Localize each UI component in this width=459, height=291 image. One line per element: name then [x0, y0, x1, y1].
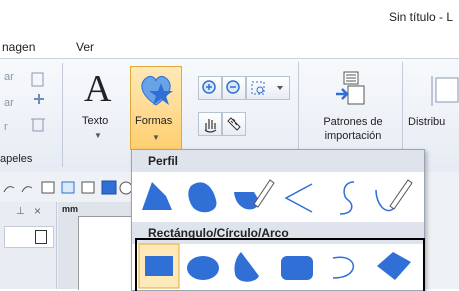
- freehand-pen-icon[interactable]: [375, 179, 413, 212]
- formas-label: Formas: [135, 115, 173, 127]
- rectangle-icon[interactable]: [138, 243, 180, 289]
- panel-toolbar: [4, 226, 54, 248]
- s-curve-icon[interactable]: [339, 181, 355, 215]
- rounded-rectangle-icon[interactable]: [281, 256, 313, 280]
- ribbon-left-item-1[interactable]: ar: [4, 71, 14, 83]
- group-separator: [62, 63, 63, 167]
- quick-access-toolbar[interactable]: [0, 178, 131, 198]
- ruler-canvas: mm: [58, 202, 132, 290]
- window-title: Sin título - L: [388, 10, 453, 24]
- arc-icon[interactable]: [332, 256, 354, 279]
- formas-button[interactable]: Formas ▼: [130, 66, 182, 150]
- zoom-fit-dropdown[interactable]: [246, 76, 290, 100]
- distribu-label: Distribu: [408, 116, 446, 128]
- distribute-icon: [431, 76, 459, 106]
- import-pattern-icon: [336, 71, 365, 105]
- pin-icon[interactable]: ⊥: [16, 206, 25, 217]
- zoom-out-icon[interactable]: [222, 76, 246, 100]
- fan-icon[interactable]: [234, 252, 259, 282]
- texto-label: Texto: [82, 115, 109, 127]
- papeles-group-label: apeles: [0, 153, 33, 165]
- text-a-icon: A: [84, 68, 112, 110]
- ribbon-left-item-3[interactable]: r: [4, 121, 8, 133]
- diamond-leaf-icon[interactable]: [377, 252, 411, 280]
- close-icon[interactable]: ×: [34, 204, 41, 218]
- zigzag-line-icon[interactable]: [284, 183, 313, 213]
- clipboard-icons[interactable]: [28, 71, 50, 141]
- chevron-down-icon: ▼: [152, 133, 160, 142]
- title-bar: Sin título - L: [0, 0, 459, 34]
- closed-curve-icon[interactable]: [188, 182, 217, 213]
- distribuir-button[interactable]: Distribu: [408, 68, 459, 152]
- heart-star-icon: [141, 75, 173, 106]
- zoom-in-icon[interactable]: [198, 76, 222, 100]
- chevron-down-icon: ▼: [94, 131, 102, 140]
- frame-icon[interactable]: [35, 230, 47, 244]
- side-panel: ⊥ ×: [0, 202, 57, 289]
- texto-button[interactable]: A Texto ▼: [78, 67, 120, 147]
- bezier-pen-icon[interactable]: [234, 179, 275, 210]
- canvas-page[interactable]: [78, 216, 132, 290]
- patrones-label-line1: Patrones de: [323, 116, 383, 128]
- ribbon-left-item-2[interactable]: ar: [4, 97, 14, 109]
- ellipse-icon[interactable]: [187, 256, 219, 280]
- hand-pan-icon[interactable]: [198, 112, 222, 136]
- menu-imagen[interactable]: nagen: [2, 40, 35, 54]
- section-header-perfil: Perfil: [132, 150, 424, 172]
- menu-ver[interactable]: Ver: [76, 40, 94, 54]
- patrones-importacion-button[interactable]: Patrones de importación: [312, 68, 394, 152]
- measure-tool-icon[interactable]: [222, 112, 246, 136]
- ruler-unit: mm: [62, 204, 79, 214]
- menu-bar: nagen Ver: [0, 34, 459, 58]
- patrones-label-line2: importación: [324, 130, 382, 142]
- polygon-profile-icon[interactable]: [142, 182, 172, 210]
- rect-circle-arc-row: [135, 238, 425, 291]
- perfil-shapes-row: [142, 179, 413, 215]
